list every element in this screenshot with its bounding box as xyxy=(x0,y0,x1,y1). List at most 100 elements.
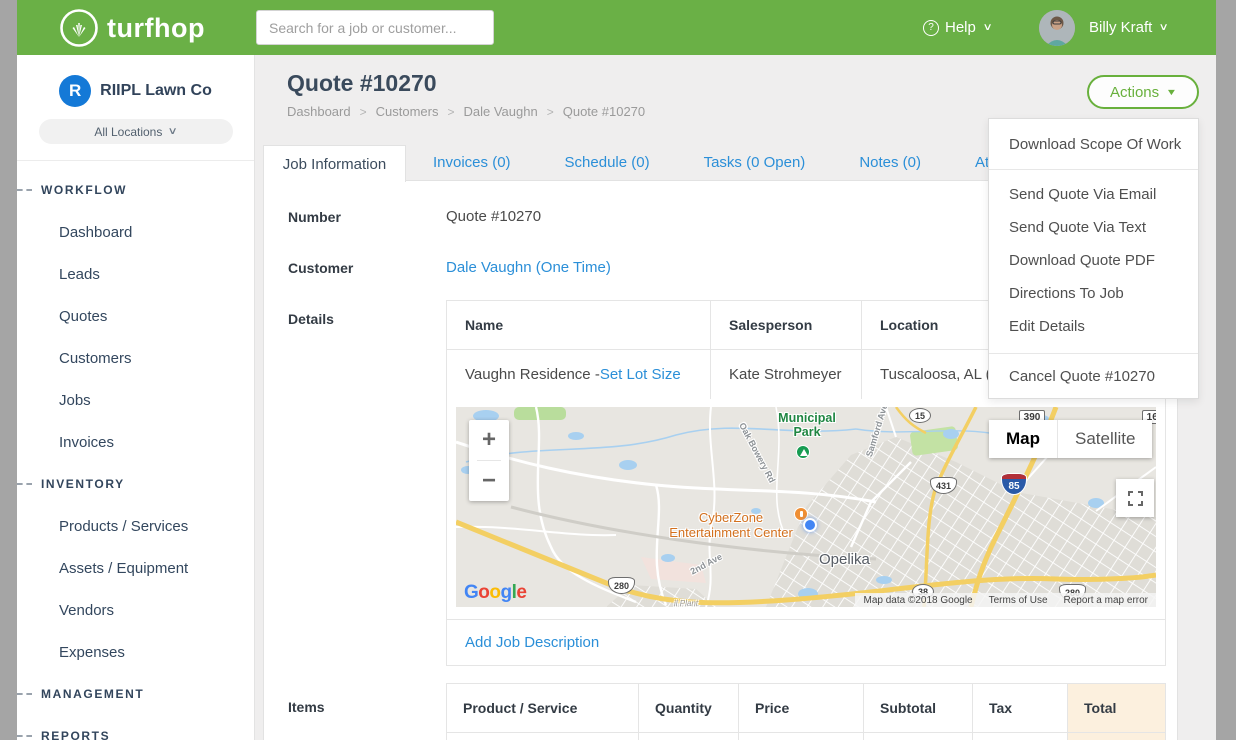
quote-number-value: Quote #10270 xyxy=(446,208,541,225)
map-label-municipal-park: Municipal Park xyxy=(766,411,848,439)
sidebar-item-vendors[interactable]: Vendors xyxy=(17,589,254,631)
add-job-description-link[interactable]: Add Job Description xyxy=(465,634,599,651)
section-dashes xyxy=(17,693,32,695)
number-label: Number xyxy=(288,209,341,225)
google-logo[interactable]: Google xyxy=(464,582,526,604)
company-header: R RIIPL Lawn Co All Locations ∨ xyxy=(17,55,254,161)
sidebar-item-leads[interactable]: Leads xyxy=(17,253,254,295)
section-dashes xyxy=(17,735,32,737)
sidebar: R RIIPL Lawn Co All Locations ∨ WORKFLOW… xyxy=(17,55,255,740)
breadcrumb-dashboard[interactable]: Dashboard xyxy=(287,104,351,119)
brand-logo[interactable]: turfhop xyxy=(59,8,205,48)
global-search-input[interactable] xyxy=(256,10,494,45)
customer-link[interactable]: Dale Vaughn xyxy=(446,259,532,276)
sidebar-item-products-services[interactable]: Products / Services xyxy=(17,505,254,547)
sidebar-item-quotes[interactable]: Quotes xyxy=(17,295,254,337)
breadcrumb-current: Quote #10270 xyxy=(563,104,645,119)
items-label: Items xyxy=(288,699,325,715)
chevron-down-icon: ∨ xyxy=(982,22,992,33)
nav-section-inventory: INVENTORY xyxy=(17,463,254,505)
sidebar-item-invoices[interactable]: Invoices xyxy=(17,421,254,463)
menu-item-send-email[interactable]: Send Quote Via Email xyxy=(989,178,1198,211)
breadcrumb-customers[interactable]: Customers xyxy=(376,104,439,119)
nav-section-reports[interactable]: REPORTS xyxy=(17,715,254,740)
job-location-marker[interactable] xyxy=(803,518,817,532)
sidebar-item-jobs[interactable]: Jobs xyxy=(17,379,254,421)
company-name: RIIPL Lawn Co xyxy=(100,82,212,100)
help-icon: ? xyxy=(923,20,939,36)
brand-name: turfhop xyxy=(107,13,205,44)
sidebar-item-dashboard[interactable]: Dashboard xyxy=(17,211,254,253)
help-label: Help xyxy=(945,19,976,36)
customer-type-link[interactable]: (One Time) xyxy=(536,259,611,276)
turfhop-grass-icon xyxy=(59,8,99,48)
map-label-opelika: Opelika xyxy=(819,551,870,568)
chevron-down-icon: ∨ xyxy=(168,126,178,137)
terms-of-use-link[interactable]: Terms of Use xyxy=(981,595,1056,606)
customer-label: Customer xyxy=(288,260,353,276)
set-lot-size-link[interactable]: Set Lot Size xyxy=(600,366,681,383)
sidebar-item-customers[interactable]: Customers xyxy=(17,337,254,379)
help-menu[interactable]: ? Help ∨ xyxy=(923,0,991,55)
location-filter-dropdown[interactable]: All Locations ∨ xyxy=(39,119,233,144)
park-marker-icon[interactable] xyxy=(796,445,810,459)
satellite-view-button[interactable]: Satellite xyxy=(1057,420,1152,458)
app-window: turfhop ? Help ∨ Billy Kraft ∨ R RIIPL L… xyxy=(17,0,1216,740)
menu-item-send-text[interactable]: Send Quote Via Text xyxy=(989,211,1198,244)
sidebar-item-assets-equipment[interactable]: Assets / Equipment xyxy=(17,547,254,589)
nav-section-workflow: WORKFLOW xyxy=(17,169,254,211)
breadcrumb-separator: > xyxy=(547,105,554,119)
company-avatar: R xyxy=(59,75,91,107)
items-header-total: Total xyxy=(1068,684,1165,732)
salesperson-cell: Kate Strohmeyer xyxy=(711,350,862,399)
caret-down-icon: ▼ xyxy=(1166,87,1178,97)
property-name-cell: Vaughn Residence - Set Lot Size xyxy=(447,350,711,399)
menu-item-download-scope[interactable]: Download Scope Of Work xyxy=(989,119,1198,169)
fullscreen-icon xyxy=(1128,491,1143,506)
user-name: Billy Kraft xyxy=(1089,19,1152,36)
items-header-price: Price xyxy=(739,684,864,732)
tab-job-information[interactable]: Job Information xyxy=(263,145,406,182)
section-dashes xyxy=(17,189,32,191)
map-attribution: Map data ©2018 Google Terms of Use Repor… xyxy=(855,593,1156,607)
menu-item-directions[interactable]: Directions To Job xyxy=(989,277,1198,310)
map-label-plant: il Plant xyxy=(674,599,698,607)
page-title: Quote #10270 xyxy=(287,70,437,97)
zoom-in-button[interactable]: + xyxy=(469,420,509,460)
job-location-map[interactable]: Municipal Park CyberZone Entertainment C… xyxy=(456,407,1156,607)
zoom-out-button[interactable]: − xyxy=(469,461,509,501)
user-menu[interactable]: Billy Kraft ∨ xyxy=(1039,0,1168,55)
breadcrumb-separator: > xyxy=(447,105,454,119)
section-dashes xyxy=(17,483,32,485)
sidebar-item-expenses[interactable]: Expenses xyxy=(17,631,254,673)
items-table: Product / Service Quantity Price Subtota… xyxy=(446,683,1166,740)
map-view-button[interactable]: Map xyxy=(989,420,1057,458)
tab-invoices[interactable]: Invoices (0) xyxy=(419,145,525,181)
fullscreen-button[interactable] xyxy=(1116,479,1154,517)
menu-item-download-pdf[interactable]: Download Quote PDF xyxy=(989,244,1198,277)
customer-value: Dale Vaughn (One Time) xyxy=(446,259,611,276)
menu-item-cancel-quote[interactable]: Cancel Quote #10270 xyxy=(989,354,1198,398)
nav-section-management[interactable]: MANAGEMENT xyxy=(17,673,254,715)
job-description-row: Add Job Description xyxy=(447,619,1165,665)
location-filter-label: All Locations xyxy=(94,125,162,139)
breadcrumb-separator: > xyxy=(360,105,367,119)
tab-notes[interactable]: Notes (0) xyxy=(845,145,935,181)
items-header-product-service: Product / Service xyxy=(447,684,639,732)
tab-tasks[interactable]: Tasks (0 Open) xyxy=(690,145,820,181)
actions-button[interactable]: Actions▼ xyxy=(1087,75,1199,109)
menu-item-edit-details[interactable]: Edit Details xyxy=(989,310,1198,343)
report-map-error-link[interactable]: Report a map error xyxy=(1056,595,1156,606)
breadcrumb-customer-name[interactable]: Dale Vaughn xyxy=(464,104,538,119)
details-label: Details xyxy=(288,311,334,327)
top-navbar: turfhop ? Help ∨ Billy Kraft ∨ xyxy=(17,0,1216,55)
sidebar-nav: WORKFLOW Dashboard Leads Quotes Customer… xyxy=(17,161,254,740)
user-avatar xyxy=(1039,10,1075,46)
main-content: Quote #10270 Dashboard > Customers > Dale … xyxy=(255,55,1216,740)
map-data-credit: Map data ©2018 Google xyxy=(855,595,980,606)
details-header-salesperson: Salesperson xyxy=(711,301,862,349)
map-type-control: Map Satellite xyxy=(989,420,1152,458)
items-table-row xyxy=(447,732,1165,740)
tab-schedule[interactable]: Schedule (0) xyxy=(551,145,664,181)
chevron-down-icon: ∨ xyxy=(1159,22,1169,33)
